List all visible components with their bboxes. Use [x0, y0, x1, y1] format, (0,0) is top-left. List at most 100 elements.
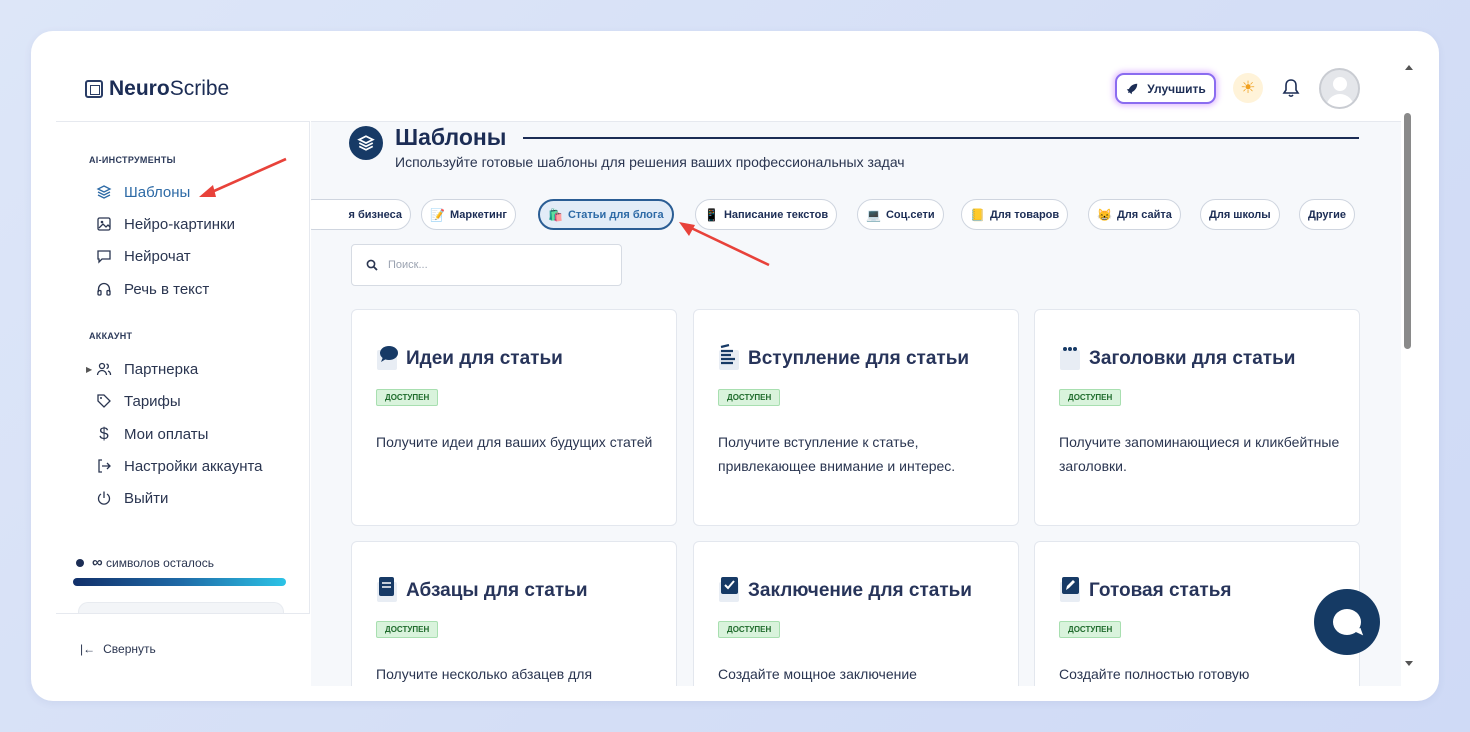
template-card-ready-article[interactable]: Готовая статья ДОСТУПЕН Создайте полност…	[1034, 541, 1360, 686]
collapse-label: Свернуть	[103, 642, 156, 656]
upgrade-button[interactable]: Улучшить	[1115, 73, 1216, 104]
ledger-icon: 📒	[970, 207, 985, 222]
image-icon	[96, 216, 112, 232]
layers-badge-icon	[349, 126, 383, 160]
tab-label: я бизнеса	[348, 208, 403, 221]
tab-label: Статьи для блога	[567, 208, 664, 221]
tab-label: Для товаров	[989, 208, 1060, 221]
tab-copywriting[interactable]: 📱 Написание текстов	[695, 199, 838, 230]
sidebar-item-label: Тарифы	[124, 392, 181, 410]
page-scrollbar[interactable]	[1401, 57, 1415, 677]
sidebar-item-label: Нейро-картинки	[124, 215, 235, 233]
tab-marketing[interactable]: 📝 Маркетинг	[421, 199, 516, 230]
scrollbar-thumb[interactable]	[1404, 113, 1411, 349]
user-avatar[interactable]	[1319, 68, 1360, 109]
notifications-bell-icon[interactable]	[1278, 75, 1304, 101]
sidebar-item-label: Шаблоны	[124, 183, 191, 201]
template-card-article-headlines[interactable]: Заголовки для статьи ДОСТУПЕН Получите з…	[1034, 309, 1360, 526]
app-window: NeuroScribe Улучшить ☀ AI-ИНСТРУМЕНТЫ Ша…	[31, 31, 1439, 701]
template-card-article-conclusion[interactable]: Заключение для статьи ДОСТУПЕН Создайте …	[693, 541, 1019, 686]
status-badge: ДОСТУПЕН	[376, 621, 439, 638]
page-title: Шаблоны	[395, 124, 507, 150]
logo-icon	[85, 80, 103, 98]
search-input[interactable]	[388, 259, 608, 271]
card-description: Создайте полностью готовую	[1059, 666, 1250, 682]
tab-label: Для сайта	[1116, 208, 1172, 221]
headphones-icon	[96, 281, 112, 297]
sidebar-item-partners[interactable]: Партнерка	[96, 359, 198, 379]
cat-face-icon: 😸	[1097, 207, 1112, 222]
sidebar-item-templates[interactable]: Шаблоны	[96, 182, 190, 202]
card-title: Заключение для статьи	[748, 580, 972, 601]
sidebar-item-logout[interactable]: Выйти	[96, 488, 168, 508]
tab-label: Написание текстов	[723, 208, 829, 221]
theme-toggle-sun-icon[interactable]: ☀	[1233, 73, 1263, 103]
users-icon	[96, 361, 112, 377]
tab-products[interactable]: 📒 Для товаров	[961, 199, 1069, 230]
shopping-bags-icon: 🛍️	[548, 207, 563, 222]
scroll-down-arrow-icon[interactable]	[1405, 661, 1413, 666]
card-title: Абзацы для статьи	[406, 580, 588, 601]
checkbox-icon	[719, 577, 739, 602]
card-title: Готовая статья	[1089, 580, 1232, 601]
section-title-ai-tools: AI-ИНСТРУМЕНТЫ	[89, 155, 176, 165]
collapse-left-icon: |←	[80, 642, 96, 656]
memo-icon: 📝	[430, 207, 445, 222]
sidebar-item-account-settings[interactable]: Настройки аккаунта	[96, 456, 263, 476]
template-card-article-intro[interactable]: Вступление для статьи ДОСТУПЕН Получите …	[693, 309, 1019, 526]
search-icon	[366, 259, 378, 271]
speech-bubble-icon	[377, 346, 398, 370]
usage-infinity: ∞	[92, 554, 103, 571]
status-badge: ДОСТУПЕН	[718, 621, 781, 638]
card-title: Вступление для статьи	[748, 348, 970, 369]
collapse-sidebar[interactable]: |← Свернуть	[56, 613, 310, 687]
main-content: Шаблоны Используйте готовые шаблоны для …	[311, 121, 1401, 686]
sidebar-item-my-payments[interactable]: $ Мои оплаты	[96, 424, 208, 444]
card-description: Получите запоминающиеся и кликбейтные за…	[1059, 434, 1340, 474]
tab-label: Для школы	[1209, 208, 1271, 221]
tab-blog-articles[interactable]: 🛍️ Статьи для блога	[538, 199, 674, 230]
sidebar-item-label: Выйти	[124, 489, 169, 507]
dollar-icon: $	[99, 424, 109, 443]
sidebar-item-label: Речь в текст	[124, 280, 210, 298]
search-box[interactable]	[351, 244, 622, 286]
chat-icon	[96, 248, 112, 264]
tab-social-media[interactable]: 💻 Соц.сети	[857, 199, 944, 230]
status-dot	[76, 558, 84, 567]
template-card-article-paragraphs[interactable]: Абзацы для статьи ДОСТУПЕН Получите неск…	[351, 541, 677, 686]
symbols-remaining: ∞ символов осталось	[76, 554, 214, 571]
tab-label: Другие	[1308, 208, 1346, 221]
top-header: NeuroScribe Улучшить ☀	[31, 31, 1401, 121]
sidebar: AI-ИНСТРУМЕНТЫ Шаблоны Нейро-картинки Не…	[56, 121, 310, 687]
app-logo[interactable]: NeuroScribe	[85, 77, 229, 101]
category-tabs: я бизнеса 📝 Маркетинг 🛍️ Статьи для блога …	[311, 199, 1401, 231]
tab-label: Соц.сети	[885, 208, 935, 221]
chat-support-button[interactable]	[1314, 589, 1380, 655]
chat-bubble-icon	[1333, 609, 1361, 635]
status-badge: ДОСТУПЕН	[718, 389, 781, 406]
sidebar-item-label: Партнерка	[124, 360, 199, 378]
sidebar-item-tariffs[interactable]: Тарифы	[96, 391, 181, 411]
page-subtitle: Используйте готовые шаблоны для решения …	[395, 154, 905, 170]
tab-website[interactable]: 😸 Для сайта	[1088, 199, 1181, 230]
card-title: Заголовки для статьи	[1089, 348, 1296, 369]
upgrade-label: Улучшить	[1147, 81, 1206, 96]
layers-icon	[96, 184, 112, 200]
tag-icon	[96, 393, 112, 409]
tab-business[interactable]: я бизнеса	[311, 199, 411, 230]
pen-box-icon	[1060, 577, 1080, 602]
tab-school[interactable]: Для школы	[1200, 199, 1280, 230]
expand-caret-icon[interactable]: ▶	[86, 365, 92, 374]
login-icon	[96, 458, 112, 474]
tab-other[interactable]: Другие	[1299, 199, 1355, 230]
scroll-up-arrow-icon[interactable]	[1405, 65, 1413, 70]
status-badge: ДОСТУПЕН	[1059, 621, 1122, 638]
sidebar-item-neuro-images[interactable]: Нейро-картинки	[96, 214, 235, 234]
sidebar-item-label: Нейрочат	[124, 247, 191, 265]
sidebar-item-speech-to-text[interactable]: Речь в текст	[96, 279, 209, 299]
template-card-article-ideas[interactable]: Идеи для статьи ДОСТУПЕН Получите идеи д…	[351, 309, 677, 526]
notebook-icon	[377, 577, 397, 602]
sidebar-item-neurochat[interactable]: Нейрочат	[96, 246, 191, 266]
card-description: Получите идеи для ваших будущих статей	[376, 434, 653, 450]
tab-label: Маркетинг	[449, 208, 507, 221]
